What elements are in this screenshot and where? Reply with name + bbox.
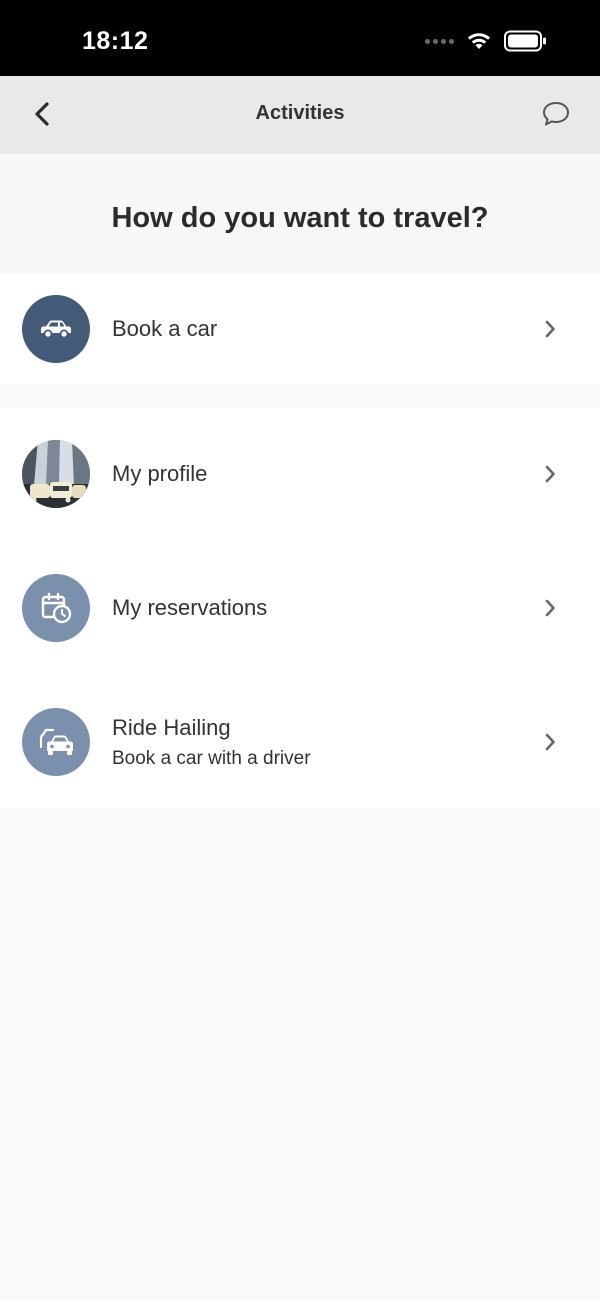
chat-bubble-icon bbox=[543, 102, 569, 126]
status-icons bbox=[425, 30, 548, 52]
list-item-ride-hailing[interactable]: Ride Hailing Book a car with a driver bbox=[0, 687, 600, 797]
wifi-icon bbox=[468, 33, 490, 49]
status-time: 18:12 bbox=[82, 27, 149, 55]
chevron-right-icon bbox=[540, 598, 560, 618]
list-item-label: Ride Hailing bbox=[112, 715, 231, 740]
heading-area: How do you want to travel? bbox=[0, 154, 600, 274]
car-icon bbox=[22, 295, 90, 363]
page-title: Activities bbox=[255, 102, 345, 124]
chevron-right-icon bbox=[540, 319, 560, 339]
list-item-label: My reservations bbox=[112, 595, 268, 620]
account-card: My profile My reservations Ride Hailing … bbox=[0, 408, 600, 808]
list-item-book-car[interactable]: Book a car bbox=[0, 274, 600, 384]
chevron-right-icon bbox=[540, 464, 560, 484]
calendar-clock-icon bbox=[22, 574, 90, 642]
profile-photo-icon bbox=[22, 440, 90, 508]
list-item-my-profile[interactable]: My profile bbox=[0, 419, 600, 529]
battery-icon bbox=[504, 30, 546, 52]
travel-heading: How do you want to travel? bbox=[111, 202, 489, 234]
list-item-label: My profile bbox=[112, 461, 208, 486]
chat-button[interactable] bbox=[540, 98, 572, 130]
book-car-card: Book a car bbox=[0, 274, 600, 384]
ride-hailing-icon bbox=[22, 708, 90, 776]
list-item-my-reservations[interactable]: My reservations bbox=[0, 553, 600, 663]
signal-icon bbox=[425, 38, 454, 44]
list-item-sublabel: Book a car with a driver bbox=[112, 748, 311, 769]
chevron-right-icon bbox=[540, 732, 560, 752]
nav-bar: Activities bbox=[0, 76, 600, 154]
status-bar: 18:12 bbox=[0, 0, 600, 76]
list-item-label: Book a car bbox=[112, 316, 218, 341]
